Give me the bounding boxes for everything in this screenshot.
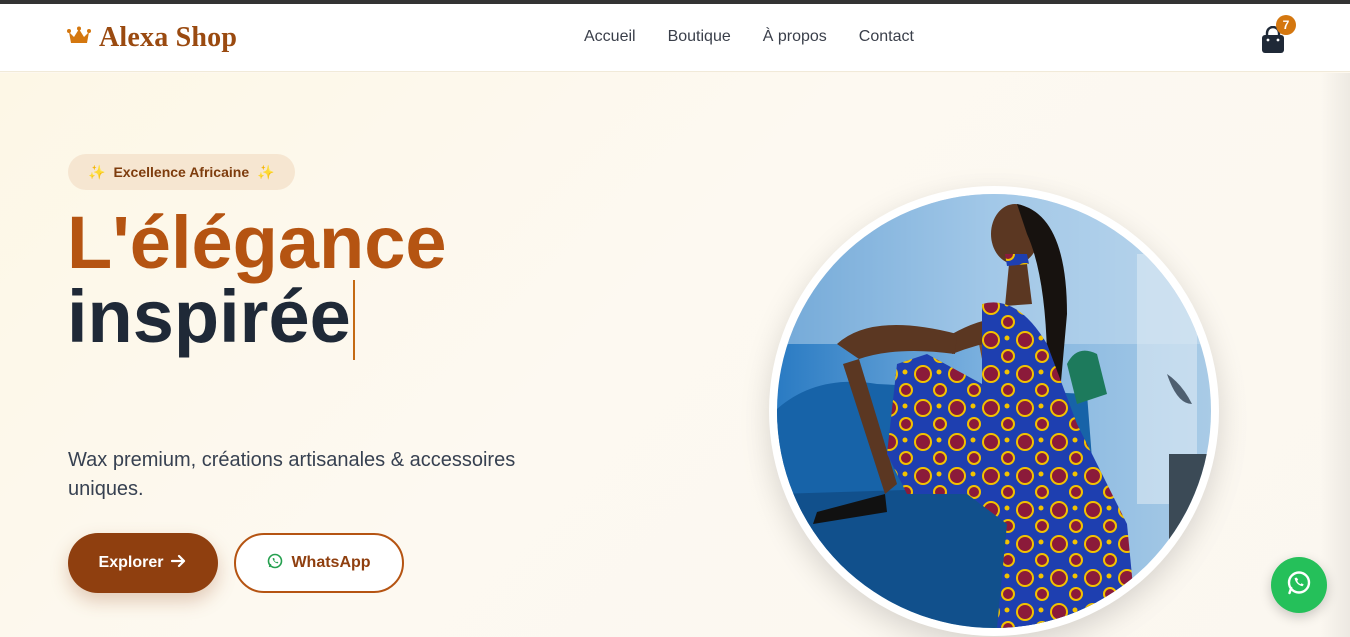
main-nav: Accueil Boutique À propos Contact xyxy=(584,28,946,46)
brand-logo[interactable]: Alexa Shop xyxy=(67,22,237,54)
cart-button[interactable]: 7 xyxy=(1260,15,1300,58)
hero-title: L'élégance inspirée xyxy=(67,206,447,360)
hero-title-line2: inspirée xyxy=(67,280,355,360)
crown-icon xyxy=(67,26,91,51)
brand-name: Alexa Shop xyxy=(99,22,238,53)
nav-item-a-propos[interactable]: À propos xyxy=(763,28,827,46)
explore-button-label: Explorer xyxy=(98,554,164,571)
cart-count-badge: 7 xyxy=(1276,15,1296,35)
explore-button[interactable]: Explorer xyxy=(68,533,218,593)
sparkles-icon: ✨ xyxy=(88,163,106,180)
site-header: Alexa Shop Accueil Boutique À propos Con… xyxy=(0,4,1350,72)
sparkles-icon: ✨ xyxy=(257,163,275,180)
nav-item-contact[interactable]: Contact xyxy=(859,28,914,46)
hero-badge: ✨ Excellence Africaine ✨ xyxy=(68,154,295,190)
whatsapp-icon xyxy=(1285,569,1313,602)
whatsapp-icon xyxy=(267,553,283,574)
nav-item-accueil[interactable]: Accueil xyxy=(584,28,636,46)
whatsapp-button-label: WhatsApp xyxy=(291,554,371,571)
whatsapp-floating-button[interactable] xyxy=(1271,557,1327,613)
hero-subtitle: Wax premium, créations artisanales & acc… xyxy=(68,449,516,500)
arrow-right-icon xyxy=(171,554,187,573)
hero-badge-text: Excellence Africaine xyxy=(113,164,250,180)
hero-photo-frame xyxy=(769,186,1219,636)
hero-photo xyxy=(777,194,1211,628)
whatsapp-button[interactable]: WhatsApp xyxy=(234,533,404,593)
hero-title-line1: L'élégance xyxy=(67,201,447,284)
nav-item-boutique[interactable]: Boutique xyxy=(668,28,731,46)
